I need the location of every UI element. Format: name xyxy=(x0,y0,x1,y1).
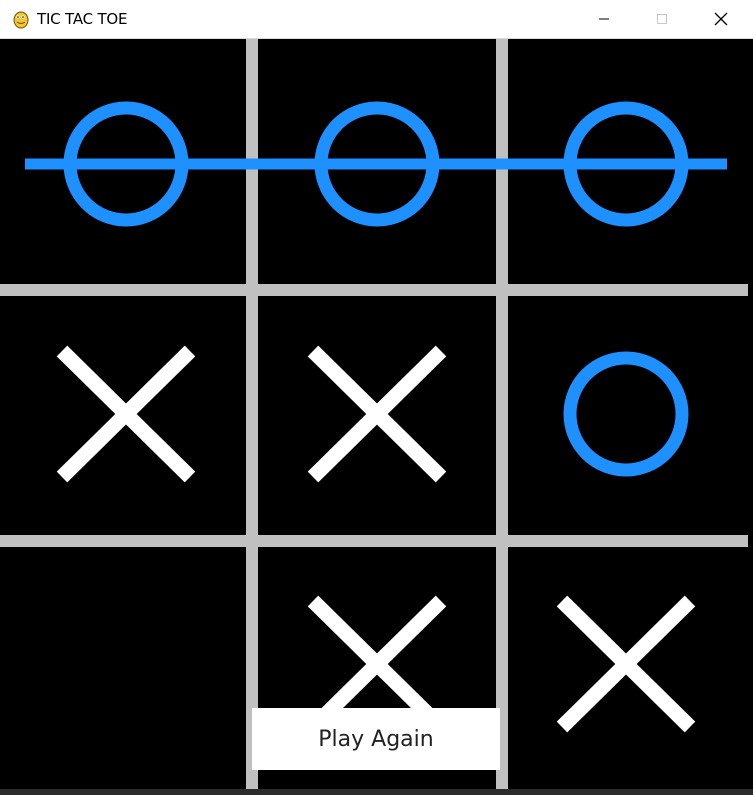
winning-line xyxy=(25,158,727,170)
maximize-icon xyxy=(656,13,668,25)
board-edge xyxy=(748,39,753,789)
board-cell-2-0[interactable] xyxy=(0,547,246,789)
window-bottom-border xyxy=(0,789,753,795)
close-icon xyxy=(714,12,728,26)
maximize-button[interactable] xyxy=(633,0,691,38)
grid-line-horizontal-1 xyxy=(0,284,748,296)
play-again-button[interactable]: Play Again xyxy=(252,708,500,770)
window-title: TIC TAC TOE xyxy=(37,10,128,28)
minimize-icon xyxy=(598,13,610,25)
game-board xyxy=(0,39,753,789)
close-button[interactable] xyxy=(692,0,750,38)
grid-line-vertical-2 xyxy=(496,39,508,789)
grid-line-vertical-1 xyxy=(246,39,258,789)
minimize-button[interactable] xyxy=(575,0,633,38)
board-canvas xyxy=(0,39,748,789)
grid-line-horizontal-2 xyxy=(0,535,748,547)
title-bar: TIC TAC TOE xyxy=(0,0,753,39)
pygame-snake-icon xyxy=(11,9,31,29)
board-cell-1-2[interactable] xyxy=(508,296,748,535)
